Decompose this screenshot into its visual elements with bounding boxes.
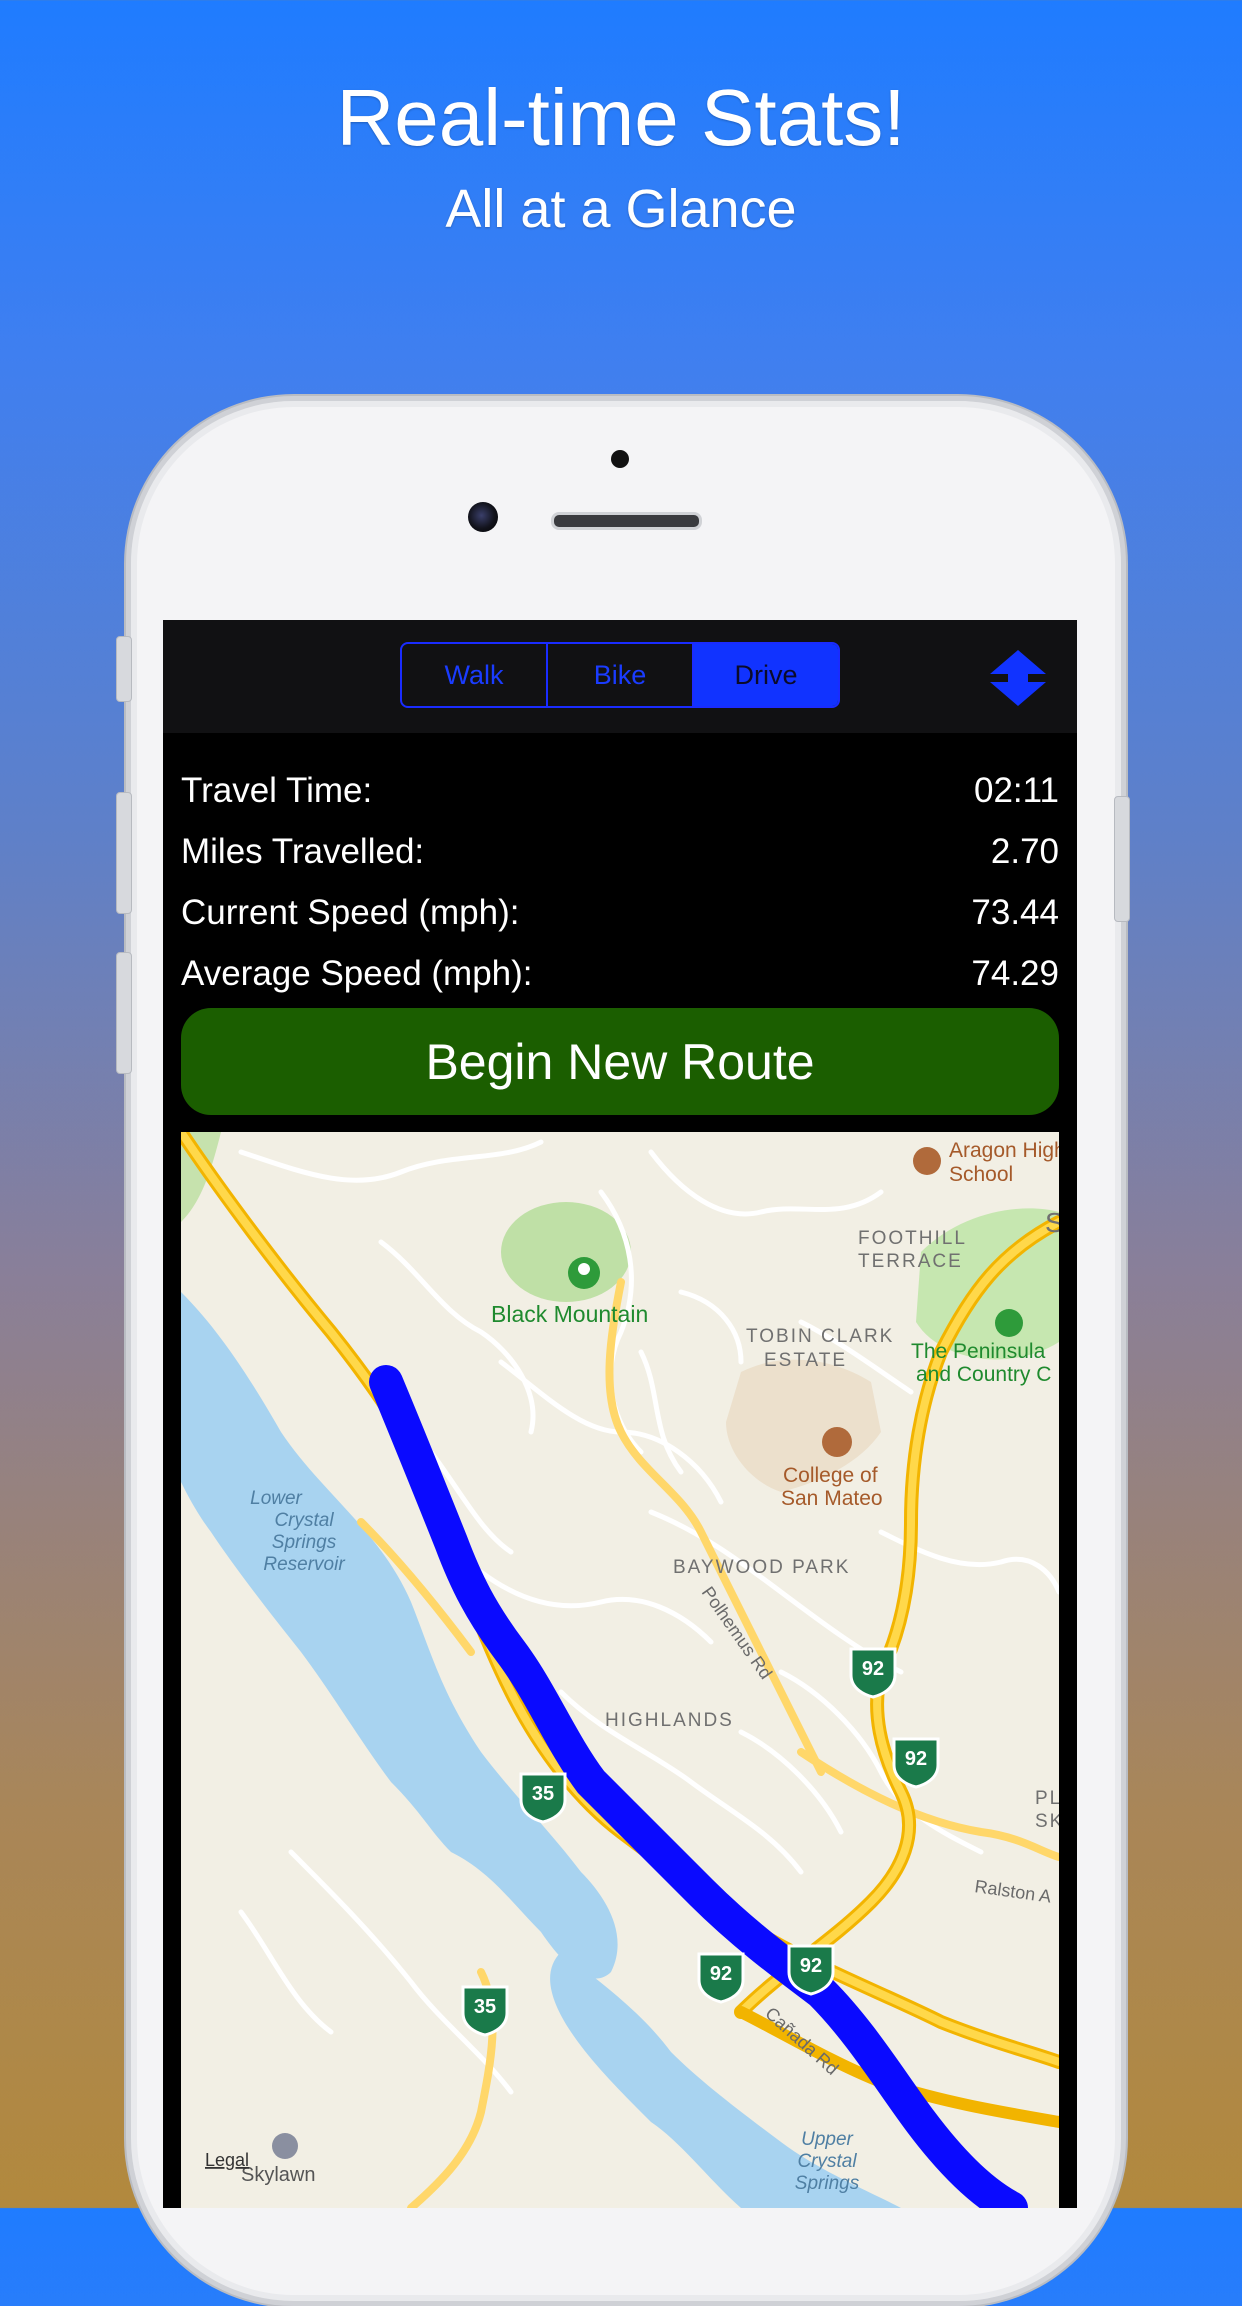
stat-label: Average Speed (mph): [181, 953, 533, 993]
svg-text:Reservoir: Reservoir [263, 1554, 345, 1575]
stat-value: 74.29 [971, 953, 1059, 993]
stats-panel: Travel Time: 02:11 Miles Travelled: 2.70… [181, 760, 1059, 1004]
svg-text:School: School [949, 1163, 1013, 1186]
svg-text:Crystal: Crystal [274, 1510, 334, 1531]
svg-text:TOBIN CLARK: TOBIN CLARK [746, 1326, 894, 1347]
volume-up-button [116, 792, 132, 914]
highway-shield-92: 92 [697, 1952, 745, 2004]
mute-switch [116, 636, 132, 702]
route-map[interactable]: 92 92 92 92 35 35 Black Mountain Aragon … [181, 1132, 1059, 2208]
school-icon [913, 1147, 941, 1175]
svg-text:SKYM: SKYM [1035, 1811, 1059, 1832]
stat-miles-travelled: Miles Travelled: 2.70 [181, 821, 1059, 882]
svg-text:35: 35 [532, 1783, 554, 1805]
svg-text:ESTATE: ESTATE [764, 1350, 847, 1371]
stat-label: Current Speed (mph): [181, 892, 520, 932]
highway-shield-92: 92 [787, 1944, 835, 1996]
svg-text:HIGHLANDS: HIGHLANDS [605, 1710, 734, 1731]
highway-shield-92: 92 [849, 1647, 897, 1699]
navigation-bar: Walk Bike Drive [163, 620, 1077, 733]
promo-title: Real-time Stats! [336, 73, 906, 162]
svg-text:San Mateo: San Mateo [781, 1487, 883, 1510]
segment-walk[interactable]: Walk [402, 644, 548, 706]
svg-text:and Country C: and Country C [916, 1363, 1051, 1386]
svg-text:Lower: Lower [250, 1488, 302, 1509]
svg-text:Springs: Springs [272, 1532, 337, 1553]
svg-text:92: 92 [800, 1955, 822, 1977]
svg-text:92: 92 [862, 1658, 884, 1680]
stat-current-speed: Current Speed (mph): 73.44 [181, 882, 1059, 943]
svg-text:FOOTHILL: FOOTHILL [858, 1228, 967, 1249]
earpiece-speaker [551, 512, 702, 530]
svg-text:Crystal: Crystal [797, 2151, 857, 2172]
stat-label: Miles Travelled: [181, 831, 425, 871]
stat-value: 2.70 [990, 831, 1059, 871]
segment-bike[interactable]: Bike [548, 644, 694, 706]
stat-average-speed: Average Speed (mph): 74.29 [181, 943, 1059, 1004]
svg-text:Upper: Upper [801, 2129, 853, 2150]
stat-value: 73.44 [971, 892, 1059, 932]
cemetery-icon [272, 2133, 298, 2159]
svg-text:35: 35 [474, 1996, 496, 2018]
highway-shield-35: 35 [519, 1772, 567, 1824]
stat-label: Travel Time: [181, 770, 373, 810]
svg-text:Skylawn: Skylawn [241, 2164, 315, 2186]
front-camera [468, 502, 498, 532]
svg-text:The Peninsula: The Peninsula [911, 1340, 1046, 1363]
svg-text:Black Mountain: Black Mountain [491, 1301, 648, 1327]
black-mountain-park [501, 1202, 631, 1302]
begin-new-route-button[interactable]: Begin New Route [181, 1008, 1059, 1115]
svg-text:Springs: Springs [795, 2173, 860, 2194]
volume-down-button [116, 952, 132, 1074]
golf-icon [995, 1309, 1023, 1337]
svg-text:College of: College of [783, 1464, 878, 1487]
svg-text:S: S [1045, 1207, 1059, 1238]
svg-text:Legal: Legal [205, 2150, 249, 2170]
stat-value: 02:11 [974, 770, 1059, 810]
svg-text:Ralston A: Ralston A [973, 1876, 1052, 1907]
svg-text:PLATE: PLATE [1035, 1788, 1059, 1809]
power-button [1114, 796, 1130, 922]
proximity-sensor [611, 450, 629, 468]
mode-segmented-control: Walk Bike Drive [400, 642, 840, 708]
svg-text:BAYWOOD PARK: BAYWOOD PARK [673, 1557, 850, 1578]
app-screen: Walk Bike Drive Travel Time: 02:11 Miles… [163, 620, 1077, 2208]
svg-text:92: 92 [710, 1963, 732, 1985]
college-icon [822, 1427, 852, 1457]
stat-travel-time: Travel Time: 02:11 [181, 760, 1059, 821]
highway-shield-35: 35 [461, 1985, 509, 2037]
up-down-arrow-icon[interactable] [988, 648, 1048, 708]
svg-text:Aragon High: Aragon High [949, 1139, 1059, 1162]
segment-drive[interactable]: Drive [694, 644, 838, 706]
svg-text:92: 92 [905, 1748, 927, 1770]
svg-text:TERRACE: TERRACE [858, 1251, 963, 1272]
highway-shield-92: 92 [892, 1737, 940, 1789]
promo-subtitle: All at a Glance [445, 179, 797, 239]
